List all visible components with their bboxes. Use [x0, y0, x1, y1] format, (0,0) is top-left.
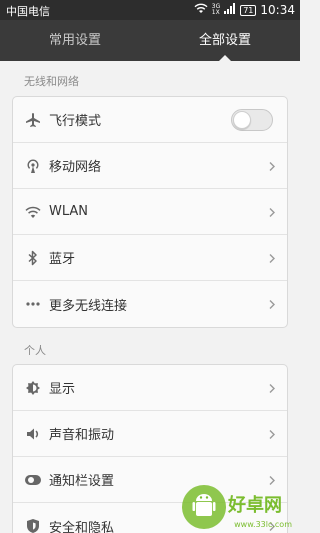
airplane-icon [24, 111, 42, 129]
status-bar: 中国电信 3G 1X 71 10:34 [0, 0, 300, 20]
chevron-right-icon [269, 424, 275, 443]
tab-all-settings[interactable]: 全部设置 [150, 20, 300, 61]
setting-label: 声音和振动 [49, 428, 115, 443]
signal-strength-icon [224, 3, 236, 17]
wifi-status-icon [194, 3, 208, 17]
setting-label: 移动网络 [49, 160, 102, 175]
battery-level: 71 [240, 4, 257, 16]
setting-sound-vibration[interactable]: 声音和振动 [13, 411, 287, 457]
clock: 10:34 [260, 3, 295, 17]
setting-mobile-network[interactable]: 移动网络 [13, 143, 287, 189]
setting-label: 蓝牙 [49, 252, 76, 267]
setting-label: 安全和隐私 [49, 520, 115, 533]
section-title-wireless: 无线和网络 [24, 75, 79, 88]
setting-label: WLAN [49, 204, 89, 219]
chevron-right-icon [269, 248, 275, 267]
setting-airplane-mode[interactable]: 飞行模式 [13, 97, 287, 143]
setting-wlan[interactable]: WLAN [13, 189, 287, 235]
status-icons: 3G 1X 71 10:34 [194, 2, 295, 18]
carrier-name: 中国电信 [6, 5, 50, 18]
tab-bar: 常用设置 全部设置 [0, 20, 300, 61]
setting-label: 飞行模式 [49, 114, 102, 129]
bluetooth-icon [24, 249, 42, 267]
chevron-right-icon [269, 202, 275, 221]
toggle-knob [233, 110, 251, 129]
setting-display[interactable]: 显示 [13, 365, 287, 411]
shield-icon [24, 517, 42, 533]
watermark-site: www.33lc.com [234, 520, 292, 529]
cellular-signal-icon [24, 157, 42, 175]
chevron-right-icon [269, 295, 275, 314]
setting-more-wireless[interactable]: 更多无线连接 [13, 281, 287, 327]
watermark-logo: 好卓网 www.33lc.com [180, 473, 300, 533]
setting-label: 更多无线连接 [49, 298, 128, 314]
airplane-mode-toggle[interactable] [231, 108, 273, 131]
more-dots-icon [24, 295, 42, 313]
setting-bluetooth[interactable]: 蓝牙 [13, 235, 287, 281]
chevron-right-icon [269, 378, 275, 397]
tab-common-settings[interactable]: 常用设置 [0, 20, 150, 61]
speaker-icon [24, 425, 42, 443]
section-title-personal: 个人 [24, 344, 46, 357]
brightness-icon [24, 379, 42, 397]
svg-text:好卓网: 好卓网 [227, 494, 282, 516]
setting-label: 显示 [49, 382, 76, 397]
toggle-outline-icon [24, 471, 42, 489]
wifi-icon [24, 203, 42, 221]
wireless-settings-group: 飞行模式 移动网络 WLAN 蓝牙 更多无线连接 [12, 96, 288, 328]
network-type: 3G 1X [211, 3, 221, 16]
chevron-right-icon [269, 156, 275, 175]
setting-label: 通知栏设置 [49, 474, 115, 489]
